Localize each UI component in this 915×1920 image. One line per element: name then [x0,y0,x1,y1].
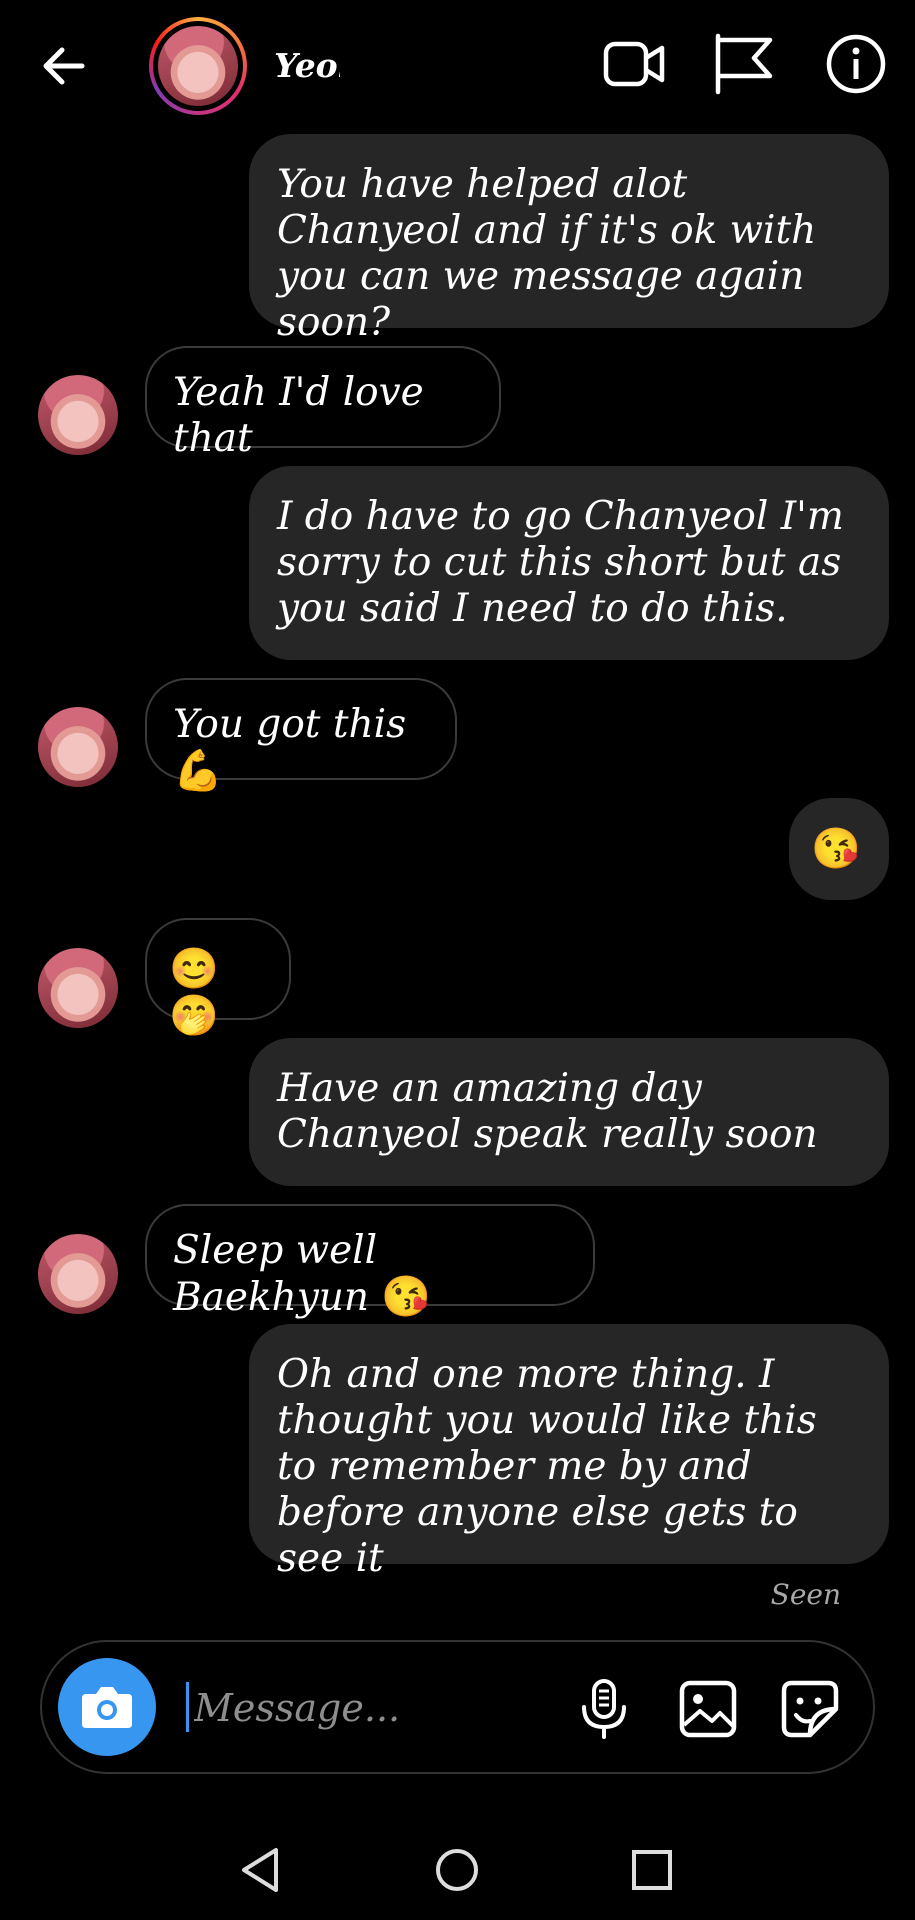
system-navigation-bar [0,1820,915,1920]
microphone-icon[interactable] [572,1677,636,1741]
sender-avatar[interactable] [38,1234,118,1314]
incoming-message[interactable]: Sleep well Baekhyun 😘 [145,1204,595,1320]
chat-header: Yeol [0,0,915,130]
message-text: Yeah I'd love that [173,370,424,461]
video-call-icon[interactable] [602,32,666,96]
message-text: You got this [173,702,407,747]
message-text: Oh and one more thing. I thought you wou… [277,1352,817,1581]
gallery-icon[interactable] [676,1677,740,1741]
nav-home-icon[interactable] [425,1838,489,1902]
outgoing-message[interactable]: Oh and one more thing. I thought you wou… [249,1324,889,1581]
smile-emoji: 😊🤭 [169,946,219,1039]
message-text: You have helped alot Chanyeol and if it'… [277,162,817,345]
flexed-biceps-emoji: 💪 [173,748,223,794]
message-composer [40,1640,875,1774]
outgoing-message[interactable]: 😘 [789,798,889,900]
outgoing-message[interactable]: I do have to go Chanyeol I'm sorry to cu… [249,466,889,660]
incoming-message[interactable]: Yeah I'd love that [145,346,501,461]
text-cursor [186,1682,189,1732]
message-input[interactable] [192,1674,556,1742]
avatar-image [158,26,238,106]
info-icon[interactable] [824,32,888,96]
message-text: I do have to go Chanyeol I'm sorry to cu… [277,494,844,631]
nav-recents-icon[interactable] [620,1838,684,1902]
outgoing-message[interactable]: You have helped alot Chanyeol and if it'… [249,134,889,345]
incoming-message[interactable]: 😊🤭 [145,918,291,1039]
contact-avatar[interactable] [149,17,247,115]
incoming-message[interactable]: You got this 💪 [145,678,457,794]
nav-back-icon[interactable] [230,1838,294,1902]
message-text: Have an amazing day Chanyeol speak reall… [277,1066,818,1157]
flag-icon[interactable] [712,32,776,96]
kiss-emoji: 😘 [381,1274,432,1320]
seen-status: Seen [770,1578,841,1611]
kiss-emoji: 😘 [811,826,861,872]
contact-name[interactable]: Yeol [274,46,340,85]
message-text: Sleep well Baekhyun [173,1228,378,1320]
camera-icon [82,1687,132,1728]
sticker-icon[interactable] [778,1677,842,1741]
outgoing-message[interactable]: Have an amazing day Chanyeol speak reall… [249,1038,889,1186]
sender-avatar[interactable] [38,707,118,787]
back-arrow-icon[interactable] [36,38,92,94]
sender-avatar[interactable] [38,375,118,455]
sender-avatar[interactable] [38,948,118,1028]
camera-button[interactable] [58,1658,156,1756]
